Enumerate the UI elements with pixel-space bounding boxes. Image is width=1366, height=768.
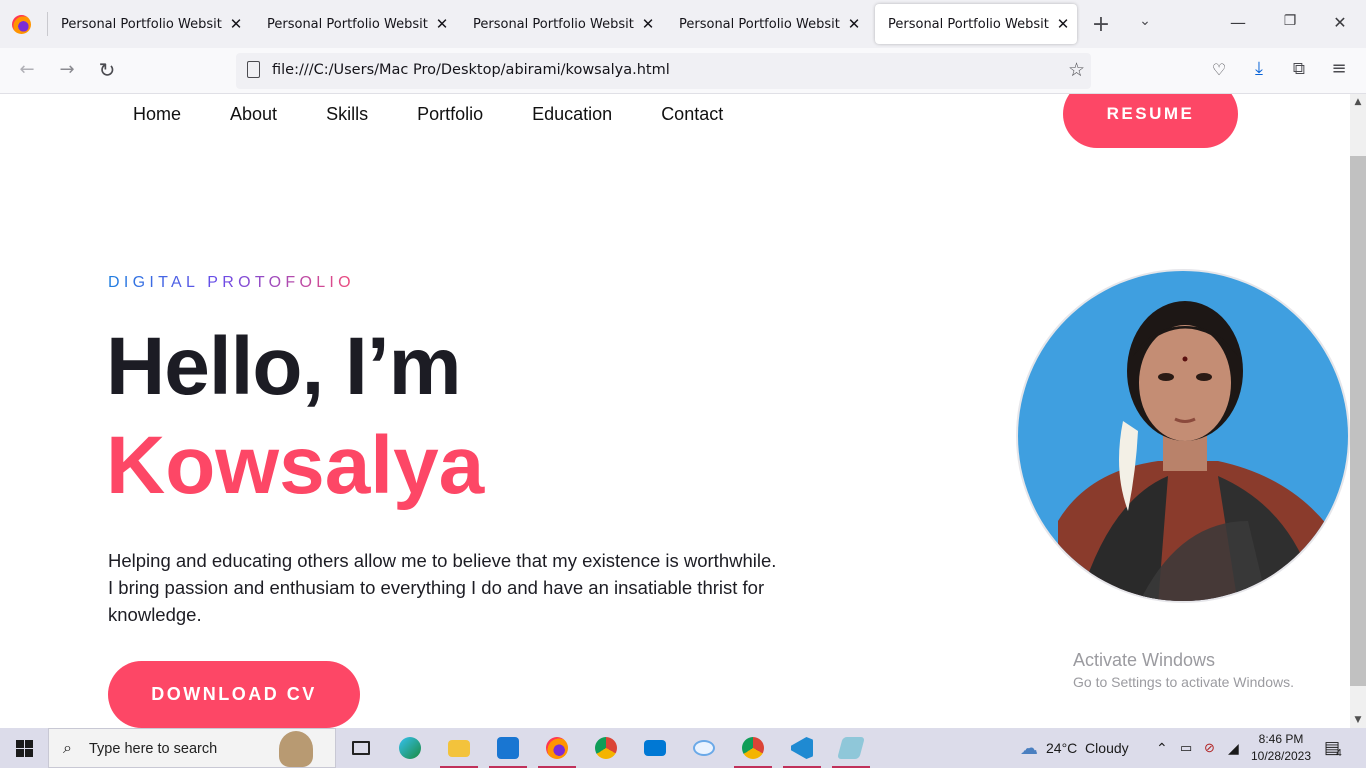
profile-photo [1016, 269, 1350, 603]
scroll-down-icon[interactable]: ▼ [1350, 712, 1366, 728]
pocket-icon[interactable]: ♡ [1208, 60, 1230, 79]
url-bar[interactable]: file:///C:/Users/Mac Pro/Desktop/abirami… [236, 53, 1091, 89]
weather-text: 24°C Cloudy [1046, 740, 1129, 756]
chrome-profile-icon[interactable] [730, 728, 776, 768]
hero-name: Kowsalya [106, 420, 485, 511]
tab-title: Personal Portfolio Website [267, 16, 428, 32]
tray-overflow-chevron-icon[interactable]: ⌃ [1156, 728, 1168, 768]
weather-icon[interactable] [681, 728, 727, 768]
firefox-logo-icon[interactable] [12, 15, 31, 34]
edge-icon[interactable] [387, 728, 433, 768]
browser-tab-bar: Personal Portfolio Website ✕ Personal Po… [0, 0, 1366, 48]
tab-title: Personal Portfolio Website [61, 16, 222, 32]
reload-icon[interactable]: ↻ [96, 58, 118, 82]
chrome-icon[interactable] [583, 728, 629, 768]
mail-icon[interactable] [632, 728, 678, 768]
tab-list-chevron-icon[interactable]: ⌄ [1134, 13, 1156, 29]
browser-tab-2[interactable]: Personal Portfolio Website ✕ [254, 4, 456, 44]
download-cv-button[interactable]: DOWNLOAD CV [108, 661, 360, 728]
close-window-icon[interactable]: ✕ [1328, 13, 1352, 32]
search-highlight-icon [279, 731, 313, 767]
notification-count: 4 [1336, 747, 1342, 759]
tab-title: Personal Portfolio Website [679, 16, 840, 32]
system-clock[interactable]: 8:46 PM 10/28/2023 [1248, 731, 1314, 765]
windows-start-icon[interactable] [16, 740, 33, 757]
hero-greeting: Hello, I’m [106, 321, 462, 412]
tab-close-icon[interactable]: ✕ [428, 15, 456, 33]
nav-home[interactable]: Home [133, 104, 181, 125]
site-nav: Home About Skills Portfolio Education Co… [133, 104, 772, 125]
scroll-up-icon[interactable]: ▲ [1350, 94, 1366, 110]
back-arrow-icon[interactable]: ← [16, 59, 38, 80]
app-icon[interactable] [828, 728, 874, 768]
tab-close-icon[interactable]: ✕ [634, 15, 662, 33]
nav-portfolio[interactable]: Portfolio [417, 104, 483, 125]
taskbar-search-box[interactable]: ⌕ Type here to search [48, 728, 336, 768]
watermark-title: Activate Windows [1073, 650, 1216, 670]
nav-skills[interactable]: Skills [326, 104, 368, 125]
minimize-icon[interactable]: — [1226, 13, 1250, 32]
tab-close-icon[interactable]: ✕ [1049, 15, 1077, 33]
network-warning-icon[interactable]: ⊘ [1204, 728, 1215, 768]
notifications-icon[interactable]: ▤ 4 [1324, 728, 1342, 768]
tab-close-icon[interactable]: ✕ [222, 15, 250, 33]
downloads-icon[interactable]: ⤓ [1248, 58, 1270, 79]
eyebrow-subtitle: DIGITAL PROTOFOLIO [108, 274, 355, 291]
browser-tab-3[interactable]: Personal Portfolio Website ✕ [460, 4, 662, 44]
firefox-icon[interactable] [534, 728, 580, 768]
cloud-icon: ☁ [1020, 737, 1038, 758]
windows-taskbar: ⌕ Type here to search ☁ 24°C Cloudy ⌃ ▭ … [0, 728, 1366, 768]
activate-windows-watermark: Activate Windows Go to Settings to activ… [1073, 650, 1294, 690]
tab-close-icon[interactable]: ✕ [840, 15, 868, 33]
page-icon [247, 61, 260, 78]
extensions-icon[interactable]: ⧉ [1288, 59, 1310, 79]
search-placeholder: Type here to search [89, 741, 218, 757]
bookmark-star-icon[interactable]: ☆ [1068, 59, 1085, 81]
hero-bio: Helping and educating others allow me to… [108, 550, 777, 625]
tab-title: Personal Portfolio Website [473, 16, 634, 32]
browser-tab-4[interactable]: Personal Portfolio Website ✕ [666, 4, 868, 44]
clock-time: 8:46 PM [1258, 732, 1304, 746]
nav-contact[interactable]: Contact [661, 104, 723, 125]
battery-icon[interactable]: ▭ [1180, 728, 1192, 768]
clock-date: 10/28/2023 [1250, 749, 1312, 763]
store-icon[interactable] [485, 728, 531, 768]
browser-nav-bar: ← → ↻ file:///C:/Users/Mac Pro/Desktop/a… [0, 48, 1366, 94]
weather-widget[interactable]: ☁ 24°C Cloudy [1020, 728, 1129, 768]
task-view-icon[interactable] [338, 728, 384, 768]
restore-icon[interactable]: ❐ [1278, 13, 1302, 29]
forward-arrow-icon[interactable]: → [56, 59, 78, 80]
resume-button[interactable]: RESUME [1063, 94, 1238, 148]
url-text[interactable]: file:///C:/Users/Mac Pro/Desktop/abirami… [272, 62, 670, 78]
web-page: Home About Skills Portfolio Education Co… [0, 94, 1350, 728]
nav-education[interactable]: Education [532, 104, 612, 125]
wifi-icon[interactable]: ◢ [1228, 728, 1239, 768]
browser-tab-1[interactable]: Personal Portfolio Website ✕ [48, 4, 250, 44]
nav-about[interactable]: About [230, 104, 277, 125]
vscode-icon[interactable] [779, 728, 825, 768]
search-icon: ⌕ [63, 738, 72, 757]
browser-tab-5-active[interactable]: Personal Portfolio Website ✕ [875, 4, 1077, 44]
watermark-subtitle: Go to Settings to activate Windows. [1073, 674, 1294, 690]
profile-photo-illustration [1018, 271, 1348, 601]
tab-title: Personal Portfolio Website [888, 16, 1049, 32]
new-tab-icon[interactable]: + [1090, 12, 1112, 37]
page-scrollbar-thumb[interactable] [1350, 156, 1366, 686]
file-explorer-icon[interactable] [436, 728, 482, 768]
app-menu-icon[interactable]: ≡ [1328, 58, 1350, 79]
